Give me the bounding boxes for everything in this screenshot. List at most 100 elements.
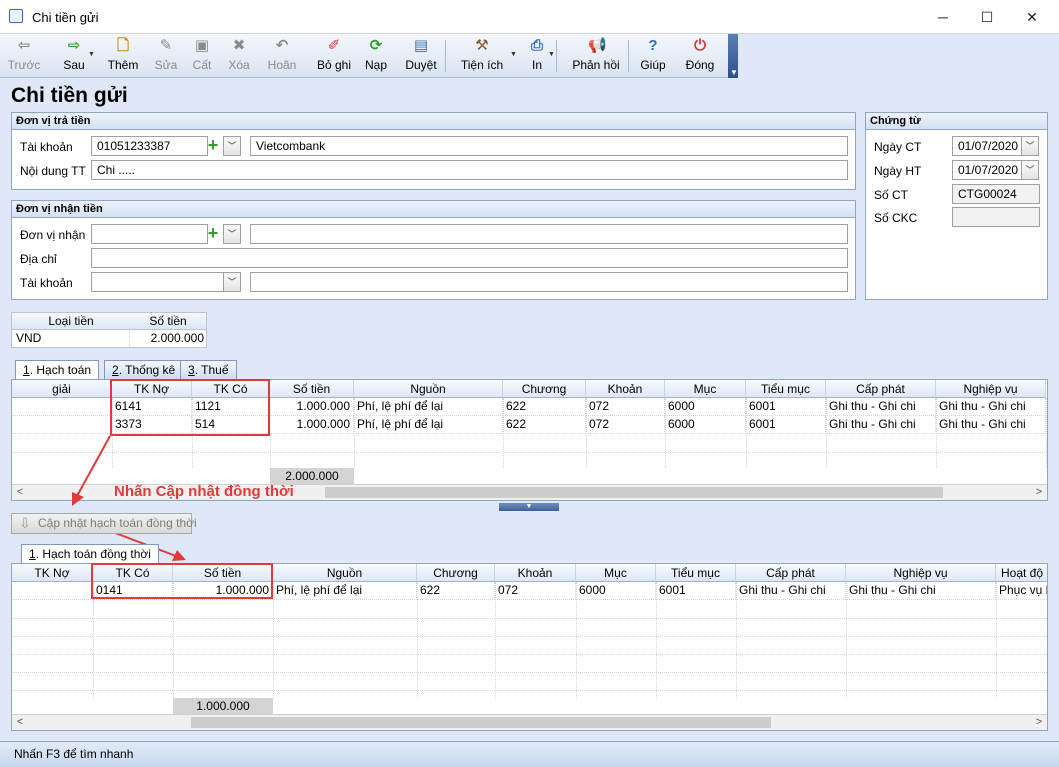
voucher-date-ct-dropdown[interactable]: ﹀: [1021, 136, 1039, 156]
table-cell[interactable]: 072: [495, 582, 576, 600]
toolbar-dropdown-arrow-icon[interactable]: ▼: [548, 51, 555, 58]
scroll-right-icon[interactable]: >: [1031, 715, 1047, 730]
grid-splitter[interactable]: ▼: [499, 503, 559, 511]
column-header[interactable]: giải: [12, 380, 112, 398]
column-header[interactable]: Nghiệp vụ: [846, 564, 996, 582]
column-header[interactable]: Tiểu mục: [746, 380, 826, 398]
receiver-unit-dropdown[interactable]: ﹀: [223, 224, 241, 244]
toolbar-button-14[interactable]: ⏻ Đóng: [680, 34, 720, 78]
table-cell[interactable]: Ghi thu - Ghi chi: [826, 416, 936, 434]
toolbar-button-6[interactable]: ↶ Hoãn: [263, 34, 301, 78]
table-cell[interactable]: 1.000.000: [270, 398, 354, 416]
toolbar-button-0[interactable]: ⇦ Trước: [4, 34, 44, 78]
payer-content-input[interactable]: Chi .....: [91, 160, 848, 180]
tab-hach-toan[interactable]: 1. Hạch toán: [15, 360, 100, 379]
currency-type-cell[interactable]: VND: [16, 331, 41, 345]
column-header[interactable]: Cấp phát: [736, 564, 846, 582]
column-header[interactable]: Nguồn: [354, 380, 503, 398]
voucher-ckc-input[interactable]: [952, 207, 1040, 227]
table-cell[interactable]: 622: [503, 398, 586, 416]
column-header[interactable]: Khoản: [586, 380, 665, 398]
minimize-button[interactable]: ─: [928, 6, 958, 28]
add-receiver-icon[interactable]: +: [205, 224, 221, 242]
voucher-date-ct-input[interactable]: 01/07/2020: [952, 136, 1022, 156]
table-cell[interactable]: 6000: [665, 398, 746, 416]
voucher-number-input[interactable]: CTG00024: [952, 184, 1040, 204]
scroll-left-icon[interactable]: <: [12, 485, 28, 500]
scroll-thumb[interactable]: [325, 487, 943, 498]
column-header[interactable]: Tiểu mục: [656, 564, 736, 582]
tab-thong-ke[interactable]: 2. Thống kê: [104, 360, 184, 379]
scroll-right-icon[interactable]: >: [1031, 485, 1047, 500]
payer-account-dropdown[interactable]: ﹀: [223, 136, 241, 156]
voucher-date-ht-input[interactable]: 01/07/2020: [952, 160, 1022, 180]
table-cell[interactable]: [12, 398, 112, 416]
toolbar-button-4[interactable]: ▣ Cất: [186, 34, 218, 78]
column-header[interactable]: Nghiệp vụ: [936, 380, 1046, 398]
column-header[interactable]: Mục: [576, 564, 656, 582]
column-header[interactable]: Mục: [665, 380, 746, 398]
currency-amount-cell[interactable]: 2.000.000: [130, 331, 204, 345]
toolbar-button-12[interactable]: 📢 Phản hồi: [568, 34, 624, 78]
table-cell[interactable]: Phục vụ h: [996, 582, 1047, 600]
table-cell[interactable]: 072: [586, 398, 665, 416]
toolbar-button-8[interactable]: ⟳ Nạp: [359, 34, 393, 78]
table-cell[interactable]: 6001: [746, 416, 826, 434]
table-cell[interactable]: 6000: [576, 582, 656, 600]
toolbar-button-2[interactable]: 🗋 Thêm: [102, 34, 144, 78]
maximize-button[interactable]: ☐: [972, 6, 1002, 28]
table-cell[interactable]: Phí, lệ phí để lại: [273, 582, 417, 600]
column-header[interactable]: Khoản: [495, 564, 576, 582]
table-cell[interactable]: 072: [586, 416, 665, 434]
receiver-address-input[interactable]: [91, 248, 848, 268]
toolbar-button-13[interactable]: ? Giúp: [636, 34, 670, 78]
payer-account-input[interactable]: 01051233387: [91, 136, 208, 156]
toolbar-button-9[interactable]: ▤ Duyệt: [400, 34, 442, 78]
toolbar-button-3[interactable]: ✎ Sửa: [148, 34, 184, 78]
toolbar-button-label: Đóng: [685, 58, 715, 72]
toolbar-button-5[interactable]: ✖ Xóa: [222, 34, 256, 78]
toolbar-dropdown-arrow-icon[interactable]: ▼: [88, 51, 95, 58]
tab-hach-toan-dong-thoi[interactable]: 1. Hạch toán đồng thời: [21, 544, 159, 563]
table-cell[interactable]: Ghi thu - Ghi chi: [936, 398, 1046, 416]
scroll-left-icon[interactable]: <: [12, 715, 28, 730]
column-header[interactable]: Cấp phát: [826, 380, 936, 398]
receiver-bank-input[interactable]: [250, 272, 848, 292]
table-cell[interactable]: 6001: [746, 398, 826, 416]
toolbar-button-10[interactable]: ⚒ Tiện ích: [457, 34, 507, 78]
voucher-date-ht-dropdown[interactable]: ﹀: [1021, 160, 1039, 180]
payer-bank-name[interactable]: Vietcombank: [250, 136, 848, 156]
table-cell[interactable]: 622: [503, 416, 586, 434]
column-header[interactable]: TK Nợ: [12, 564, 93, 582]
table-cell[interactable]: 622: [417, 582, 495, 600]
toolbar-button-7[interactable]: ✐ Bỏ ghi: [310, 34, 358, 78]
column-header[interactable]: Số tiền: [270, 380, 354, 398]
column-header[interactable]: Chương: [503, 380, 586, 398]
column-header[interactable]: Nguồn: [273, 564, 417, 582]
column-header[interactable]: Chương: [417, 564, 495, 582]
table-cell[interactable]: Ghi thu - Ghi chi: [826, 398, 936, 416]
table-cell[interactable]: Phí, lệ phí để lại: [354, 416, 503, 434]
table-cell[interactable]: 1.000.000: [270, 416, 354, 434]
receiver-account-dropdown[interactable]: ﹀: [223, 272, 241, 292]
table-cell[interactable]: Ghi thu - Ghi chi: [846, 582, 996, 600]
table-cell[interactable]: Ghi thu - Ghi chi: [936, 416, 1046, 434]
toolbar-dropdown-arrow-icon[interactable]: ▼: [510, 51, 517, 58]
table-cell[interactable]: [12, 416, 112, 434]
column-header[interactable]: Hoạt độ: [996, 564, 1047, 582]
tab-thue[interactable]: 3. Thuế: [180, 360, 237, 379]
receiver-account-input[interactable]: [91, 272, 226, 292]
add-account-icon[interactable]: +: [205, 136, 221, 154]
horizontal-scrollbar[interactable]: < >: [12, 714, 1047, 730]
table-cell[interactable]: Phí, lệ phí để lại: [354, 398, 503, 416]
table-cell[interactable]: 6000: [665, 416, 746, 434]
toolbar-button-11[interactable]: ⎙ In: [524, 34, 550, 78]
close-window-button[interactable]: ✕: [1017, 6, 1047, 28]
scroll-thumb[interactable]: [191, 717, 771, 728]
sync-accounting-button[interactable]: ⇩ Cập nhật hạch toán đồng thời: [11, 513, 197, 534]
table-cell[interactable]: Ghi thu - Ghi chi: [736, 582, 846, 600]
receiver-unit-input[interactable]: [91, 224, 208, 244]
table-cell[interactable]: 6001: [656, 582, 736, 600]
receiver-name-input[interactable]: [250, 224, 848, 244]
table-cell[interactable]: [12, 582, 93, 600]
